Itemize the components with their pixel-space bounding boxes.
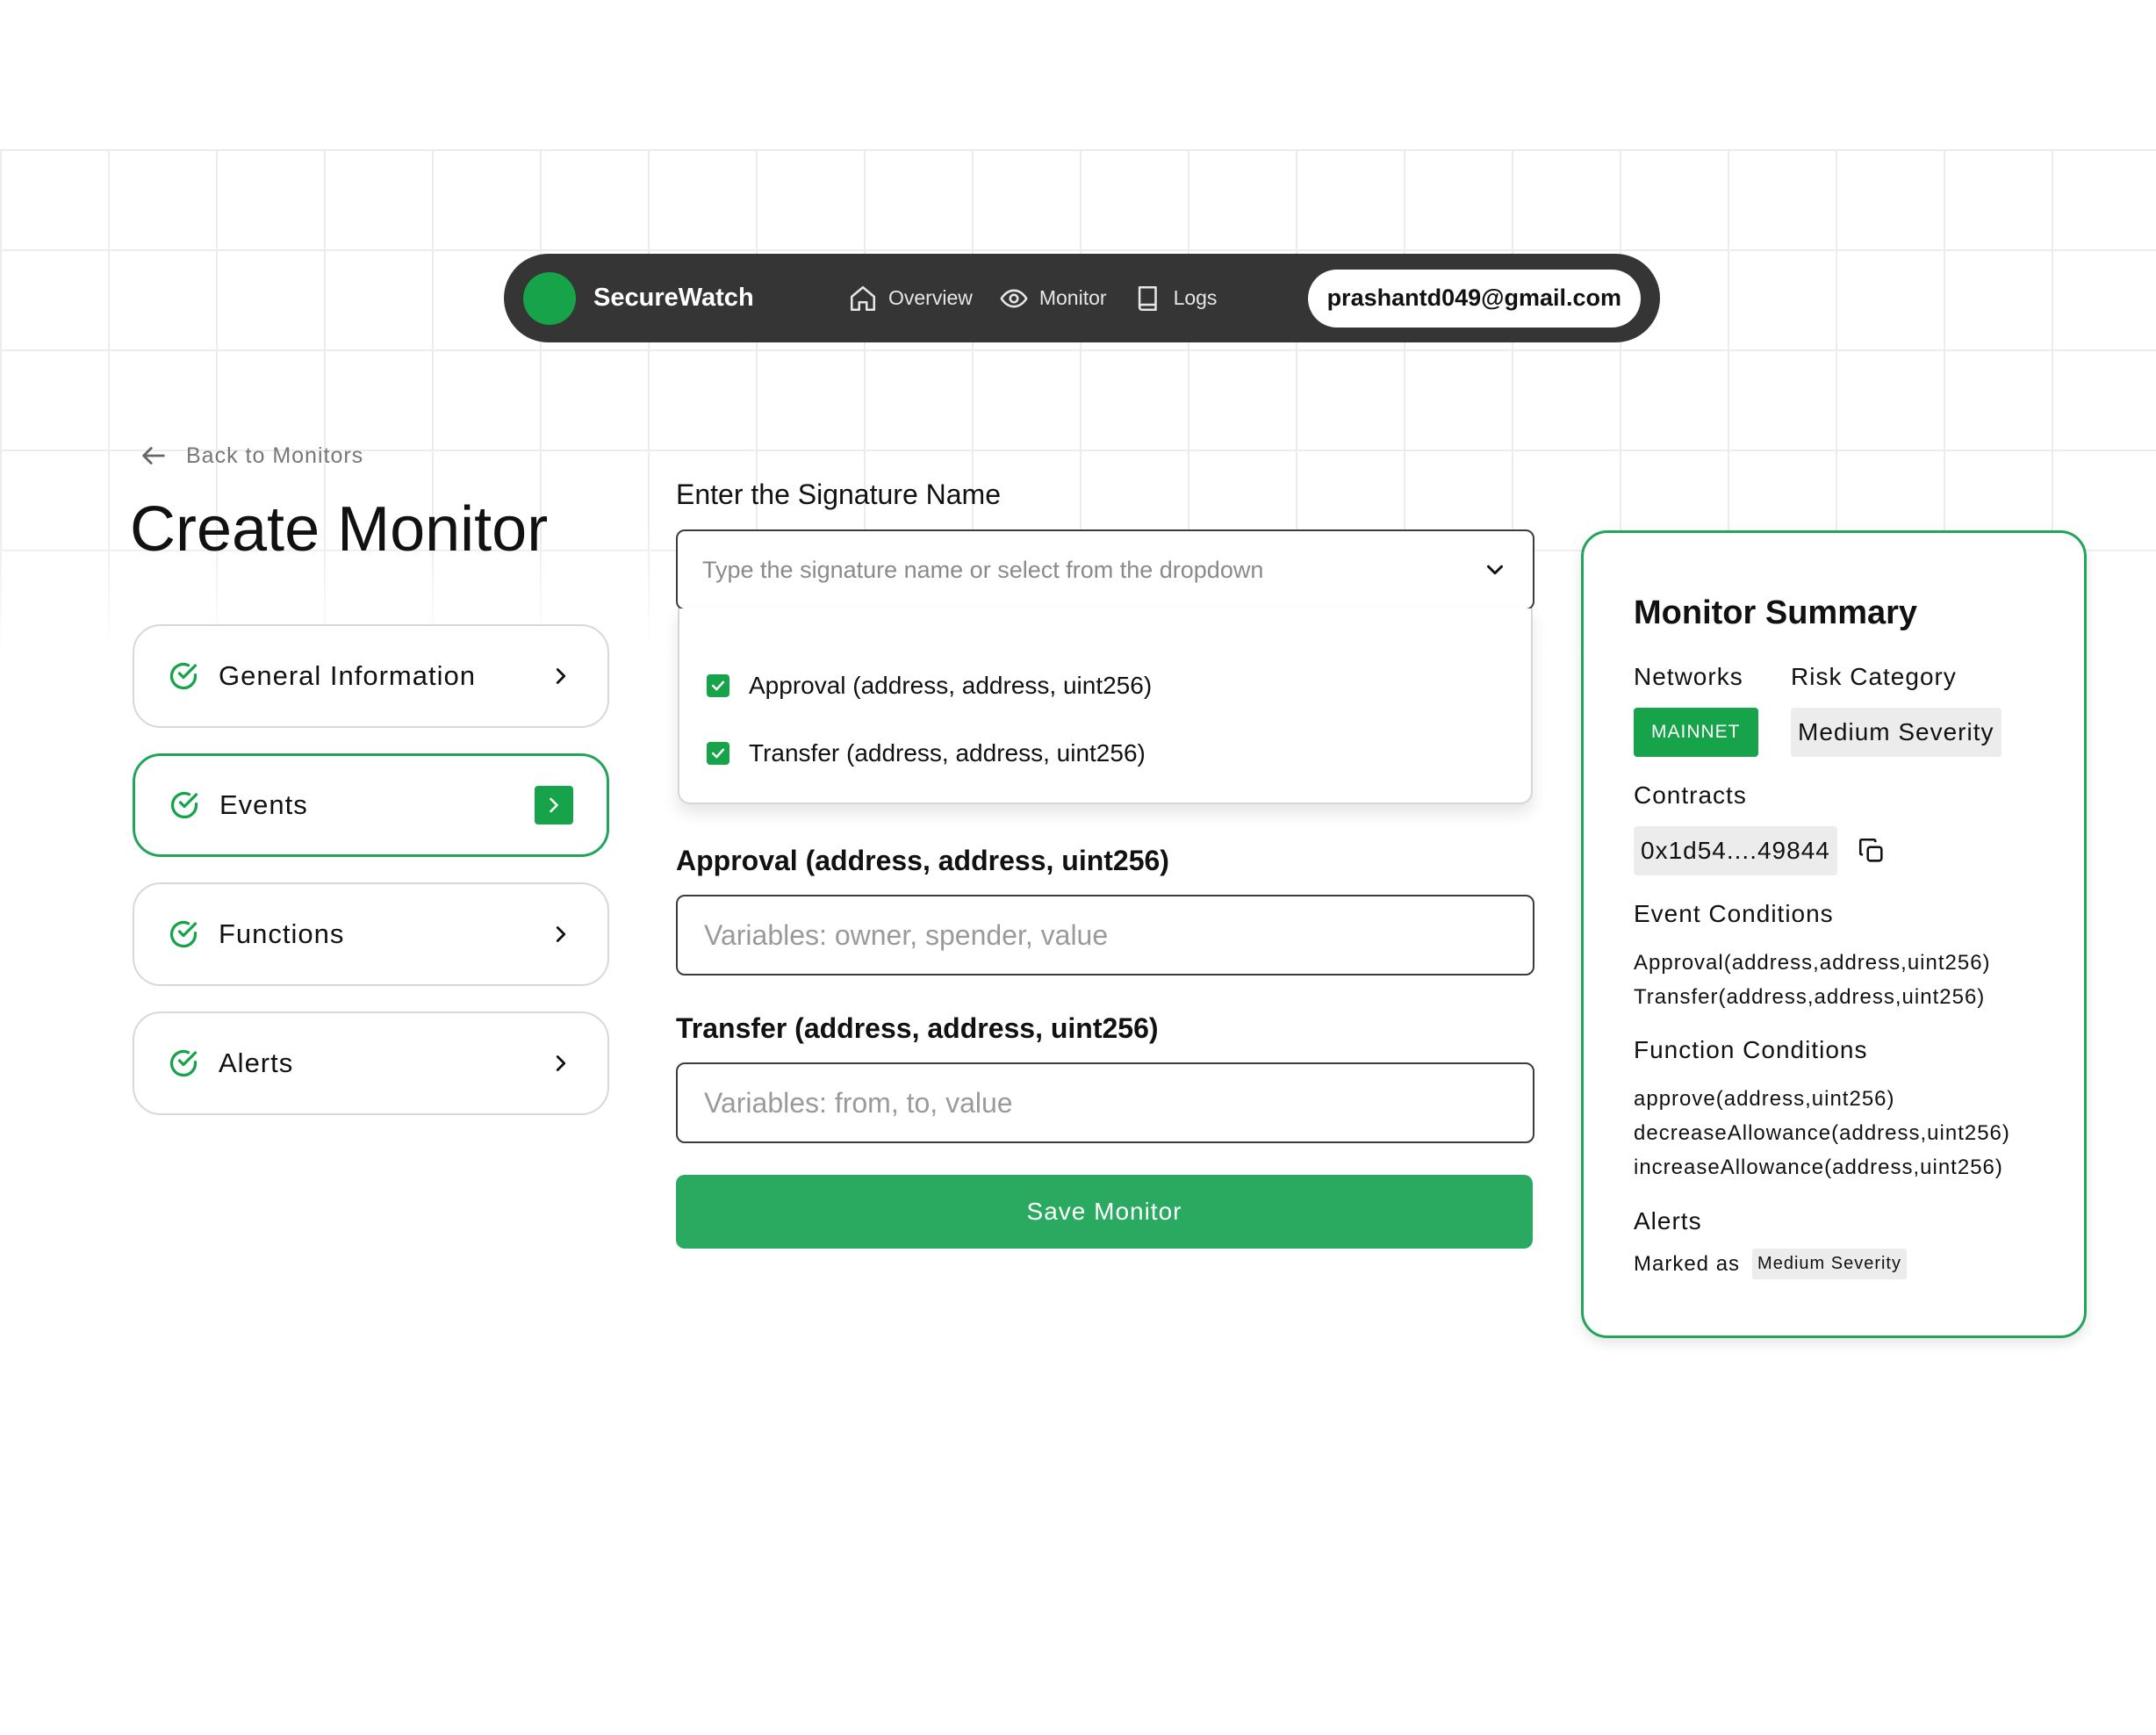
copy-icon[interactable] (1857, 836, 1886, 866)
step-list: General Information Events Functions Ale… (133, 624, 609, 1141)
user-email-button[interactable]: prashantd049@gmail.com (1307, 269, 1641, 328)
contract-address: 0x1d54....49844 (1634, 826, 1837, 875)
event-condition-item: Transfer(address,address,uint256) (1634, 985, 1986, 1009)
summary-title: Monitor Summary (1634, 594, 1918, 631)
marked-as-label: Marked as (1634, 1252, 1741, 1276)
step-events[interactable]: Events (133, 753, 609, 857)
function-condition-item: approve(address,uint256) (1634, 1087, 1895, 1111)
alerts-heading: Alerts (1634, 1207, 1702, 1235)
function-condition-item: increaseAllowance(address,uint256) (1634, 1155, 2003, 1179)
event-conditions-list: Approval(address,address,uint256) Transf… (1634, 946, 1991, 1014)
approval-label: Approval (address, address, uint256) (676, 845, 1169, 876)
checkbox-checked[interactable] (707, 741, 729, 765)
nav-link-logs[interactable]: Logs (1133, 284, 1218, 313)
transfer-variables-input[interactable] (676, 1062, 1534, 1143)
function-conditions-list: approve(address,uint256) decreaseAllowan… (1634, 1082, 2010, 1184)
step-label: General Information (219, 660, 476, 691)
step-general-information[interactable]: General Information (133, 624, 609, 728)
network-badge: MAINNET (1634, 708, 1758, 757)
contracts-heading: Contracts (1634, 781, 1747, 809)
chevron-right-icon (550, 797, 558, 813)
dropdown-option-transfer[interactable]: Transfer (address, address, uint256) (679, 719, 1531, 787)
page-title: Create Monitor (130, 494, 549, 565)
step-label: Alerts (219, 1047, 294, 1078)
nav-link-label: Overview (888, 286, 973, 309)
option-label: Approval (address, address, uint256) (749, 671, 1153, 699)
function-condition-item: decreaseAllowance(address,uint256) (1634, 1121, 2010, 1145)
back-link-label: Back to Monitors (186, 443, 364, 468)
nav-link-monitor[interactable]: Monitor (999, 284, 1107, 313)
check-circle-icon (169, 1049, 198, 1077)
chevron-down-icon (1487, 565, 1503, 575)
check-circle-icon (170, 791, 198, 819)
dropdown-option-approval[interactable]: Approval (address, address, uint256) (679, 652, 1531, 719)
checkmark-icon (711, 748, 725, 758)
signature-dropdown: Approval (address, address, uint256) Tra… (678, 608, 1533, 804)
transfer-label: Transfer (address, address, uint256) (676, 1012, 1159, 1044)
arrow-left-icon (142, 447, 165, 464)
alert-marked-row: Marked as Medium Severity (1634, 1247, 1907, 1281)
monitor-summary-card: Monitor Summary Networks Risk Category M… (1581, 530, 2087, 1338)
nav-links: Overview Monitor Logs (848, 284, 1217, 313)
step-functions[interactable]: Functions (133, 882, 609, 986)
approval-variables-input[interactable] (676, 895, 1534, 975)
event-condition-item: Approval(address,address,uint256) (1634, 951, 1991, 975)
step-alerts[interactable]: Alerts (133, 1011, 609, 1115)
active-step-indicator (535, 786, 573, 824)
networks-heading: Networks (1634, 663, 1743, 690)
home-icon (850, 285, 876, 311)
nav-link-overview[interactable]: Overview (848, 284, 973, 313)
step-label: Events (219, 789, 308, 820)
top-navbar: SecureWatch Overview Monitor Logs prasha… (504, 254, 1660, 342)
risk-badge: Medium Severity (1791, 708, 2001, 757)
alert-severity-badge: Medium Severity (1752, 1249, 1907, 1279)
back-to-monitors-link[interactable]: Back to Monitors (139, 441, 363, 471)
brand-name: SecureWatch (593, 284, 754, 312)
check-circle-icon (169, 662, 198, 690)
eye-icon (1000, 289, 1028, 307)
save-monitor-button[interactable]: Save Monitor (676, 1175, 1533, 1249)
function-conditions-heading: Function Conditions (1634, 1036, 1868, 1063)
signature-placeholder: Type the signature name or select from t… (702, 556, 1264, 583)
option-label: Transfer (address, address, uint256) (749, 738, 1146, 767)
brand-logo (523, 271, 576, 325)
chevron-right-icon (556, 1055, 566, 1071)
check-circle-icon (169, 920, 198, 948)
step-label: Functions (219, 918, 345, 949)
book-icon (1138, 285, 1157, 311)
nav-link-label: Monitor (1038, 286, 1107, 309)
checkmark-icon (711, 680, 725, 690)
event-conditions-heading: Event Conditions (1634, 900, 1834, 927)
checkbox-checked[interactable] (707, 673, 729, 697)
chevron-right-icon (556, 926, 566, 942)
risk-category-heading: Risk Category (1791, 663, 1957, 690)
signature-label: Enter the Signature Name (676, 479, 1001, 510)
nav-link-label: Logs (1173, 286, 1218, 309)
signature-select[interactable]: Type the signature name or select from t… (676, 529, 1534, 610)
chevron-right-icon (556, 668, 566, 684)
